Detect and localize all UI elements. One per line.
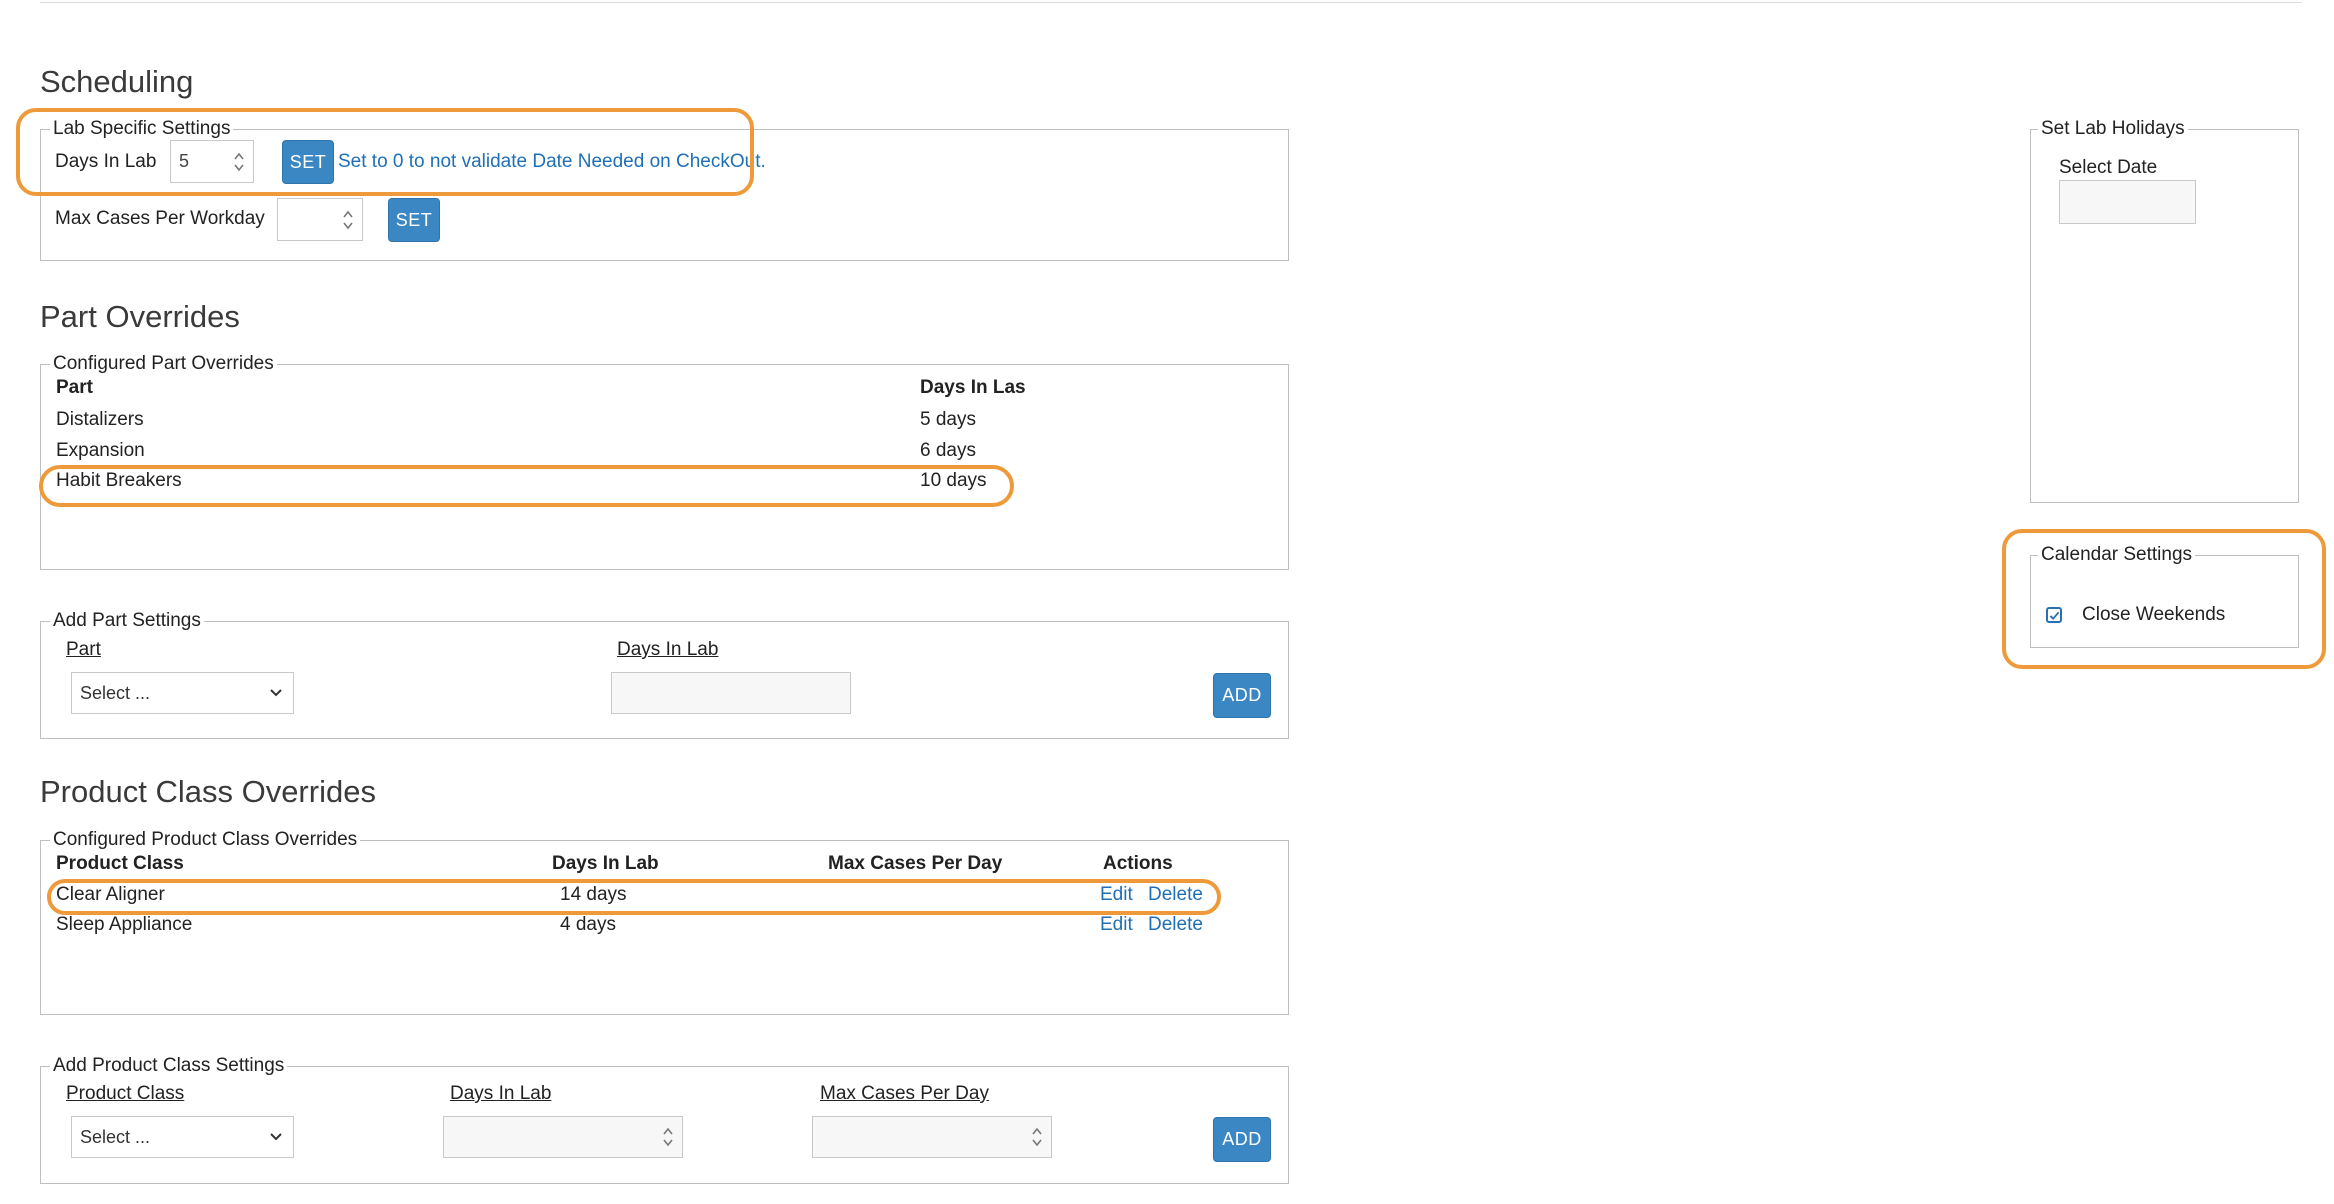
edit-link[interactable]: Edit	[1100, 914, 1133, 936]
max-cases-per-workday-label: Max Cases Per Workday	[55, 208, 265, 229]
product-class-row-days: 4 days	[560, 914, 616, 935]
part-row-name: Distalizers	[56, 409, 144, 430]
add-product-class-days-label: Days In Lab	[450, 1083, 552, 1104]
part-days-input[interactable]	[611, 672, 851, 714]
add-product-class-legend: Add Product Class Settings	[50, 1055, 288, 1077]
set-max-cases-button[interactable]: SET	[388, 198, 440, 242]
product-class-max-cases-stepper[interactable]	[812, 1116, 1052, 1158]
days-column-header: Days In Las	[920, 377, 1026, 398]
max-cases-per-workday-stepper[interactable]	[277, 198, 363, 241]
part-row-name: Expansion	[56, 440, 145, 461]
add-part-days-label: Days In Lab	[617, 639, 719, 660]
actions-column-header: Actions	[1103, 853, 1173, 874]
configured-part-overrides-legend: Configured Part Overrides	[50, 353, 277, 375]
add-product-class-button[interactable]: ADD	[1213, 1117, 1271, 1162]
product-class-row-name: Sleep Appliance	[56, 914, 193, 935]
select-date-input[interactable]	[2059, 180, 2196, 224]
part-select[interactable]: Select ...	[71, 672, 294, 714]
stepper-arrows-icon[interactable]	[342, 208, 354, 232]
stepper-arrows-icon[interactable]	[1031, 1125, 1043, 1149]
part-row-days: 6 days	[920, 440, 976, 461]
part-row-days: 5 days	[920, 409, 976, 430]
set-lab-holidays-legend: Set Lab Holidays	[2038, 118, 2188, 140]
part-column-header: Part	[56, 377, 93, 398]
chevron-down-icon	[270, 689, 282, 697]
product-class-days-stepper[interactable]	[443, 1116, 683, 1158]
select-date-label: Select Date	[2059, 157, 2158, 178]
chevron-down-icon	[270, 1133, 282, 1141]
top-divider	[40, 2, 2302, 3]
max-cases-column-header: Max Cases Per Day	[828, 853, 1003, 874]
add-product-class-max-cases-label: Max Cases Per Day	[820, 1083, 989, 1104]
delete-link[interactable]: Delete	[1148, 914, 1203, 936]
product-class-select[interactable]: Select ...	[71, 1116, 294, 1158]
add-product-class-label: Product Class	[66, 1083, 185, 1104]
highlight-clear-aligner-row	[47, 879, 1221, 915]
scheduling-title: Scheduling	[40, 64, 194, 99]
add-part-settings-legend: Add Part Settings	[50, 610, 204, 632]
part-overrides-title: Part Overrides	[40, 299, 240, 334]
add-part-label: Part	[66, 639, 101, 660]
stepper-arrows-icon[interactable]	[662, 1125, 674, 1149]
part-select-value: Select ...	[80, 682, 151, 703]
highlight-calendar-settings	[2002, 529, 2326, 669]
product-class-overrides-title: Product Class Overrides	[40, 774, 376, 809]
highlight-lab-settings	[16, 108, 754, 196]
add-part-button[interactable]: ADD	[1213, 673, 1271, 718]
configured-product-class-legend: Configured Product Class Overrides	[50, 829, 361, 851]
product-class-column-header: Product Class	[56, 853, 184, 874]
highlight-habit-breakers-row	[39, 465, 1014, 507]
product-class-select-value: Select ...	[80, 1126, 151, 1147]
days-in-lab-column-header: Days In Lab	[552, 853, 659, 874]
